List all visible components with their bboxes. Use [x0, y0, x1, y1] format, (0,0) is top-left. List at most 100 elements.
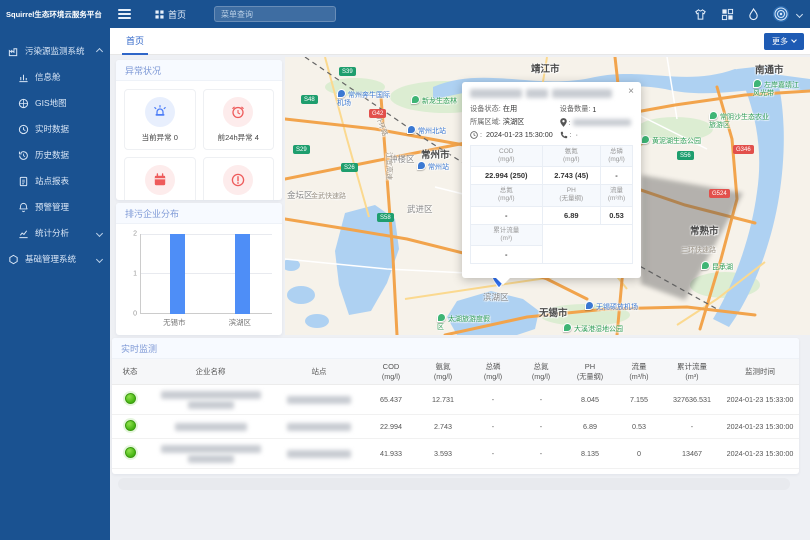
search-input[interactable] [221, 10, 331, 19]
enterprise-name-redacted [161, 391, 261, 399]
siren-icon [145, 97, 175, 127]
tn-value: - [471, 206, 543, 224]
sidebar-item-info-cabin[interactable]: 信息舱 [0, 64, 110, 90]
status-dot [125, 447, 136, 458]
chevron-down-icon [96, 255, 103, 262]
exclamation-circle-icon [223, 165, 253, 195]
map-label: 南通市 [755, 62, 784, 76]
sidebar-item-site-report[interactable]: 站点报表 [0, 168, 110, 194]
popup-readings-table: COD(mg/l) 氨氮(mg/l) 总磷(mg/l) 22.994 (250)… [470, 145, 633, 264]
card-title: 排污企业分布 [116, 203, 282, 224]
sidebar-item-label: GIS地图 [35, 97, 67, 109]
sidebar-item-label: 污染源监测系统 [25, 45, 85, 57]
abnormal-label: 前24h异常 4 [218, 132, 259, 143]
abnormal-card-month[interactable]: 本月异常 74 [124, 157, 196, 200]
cell-cod: 22.994 [365, 415, 417, 439]
map-label: 左岸嘉靖江风光带 [753, 79, 801, 98]
map-label: 常熟市 [690, 223, 719, 237]
trend-icon [18, 228, 29, 239]
sidebar-menu: 污染源监测系统 信息舱 GIS地图 实时数据 历史数据 站点报表 [0, 38, 110, 272]
map-label: 昆承湖 [701, 261, 733, 272]
abnormal-card-current[interactable]: 当前异常 0 [124, 89, 196, 150]
app-window: Squirrel生态环境云服务平台 污染源监测系统 信息舱 GIS地图 实时数据 [0, 0, 810, 540]
map-label: 武进区 [407, 203, 433, 215]
popup-title-redacted [470, 89, 633, 98]
enterprise-name-redacted [161, 445, 261, 453]
map-canvas[interactable]: 靖江市南通市常州市无锡市常熟市金坛区武进区钟楼区滨湖区金武快速路江宜高速外环路三… [285, 57, 810, 335]
cell-tn: - [517, 439, 565, 469]
map-label: 金武快速路 [311, 191, 346, 201]
site-name-redacted [287, 423, 351, 431]
flame-icon[interactable] [748, 8, 759, 21]
map-label: 常州奔牛国际机场 [337, 89, 395, 108]
map-label: 无锡市 [539, 305, 568, 319]
tab-home[interactable]: 首页 [122, 28, 148, 55]
monitor-table-body: 65.43712.731--8.0457.155327636.5312024-0… [112, 385, 799, 469]
avatar[interactable] [773, 6, 789, 22]
abnormal-status-card: 异常状况 当前异常 0 前24h异常 4 本月异常 74 前24h未处理异常 4 [116, 60, 282, 200]
menu-search[interactable] [214, 6, 336, 22]
ph-value: 6.89 [542, 206, 600, 224]
sidebar-item-gis-map[interactable]: GIS地图 [0, 90, 110, 116]
abnormal-grid: 当前异常 0 前24h异常 4 本月异常 74 前24h未处理异常 4 [116, 81, 282, 200]
cell-tp: - [469, 439, 517, 469]
sidebar-item-alert-management[interactable]: 预警管理 [0, 194, 110, 220]
layout-icon[interactable] [721, 8, 734, 21]
road-shield: G524 [709, 189, 730, 198]
skin-icon[interactable] [694, 8, 707, 21]
map-label: 金坛区 [287, 189, 313, 201]
sidebar-item-label: 信息舱 [35, 71, 61, 83]
abnormal-card-unhandled[interactable]: 前24h未处理异常 4 [203, 157, 275, 200]
cell-time: 2024-01-23 15:33:00 [721, 385, 799, 415]
chevron-down-icon [791, 37, 797, 43]
grid-icon [155, 10, 164, 19]
cell-ph: 8.135 [565, 439, 615, 469]
cell-ph: 8.045 [565, 385, 615, 415]
alarm-clock-icon [223, 97, 253, 127]
map-label: 常阴沙生态农业旅游区 [709, 111, 771, 130]
map-label: 三环快速路 [681, 245, 716, 255]
app-title: Squirrel生态环境云服务平台 [0, 0, 110, 28]
cod-value: 22.994 (250) [471, 167, 543, 185]
sidebar-item-base-system[interactable]: 基础管理系统 [0, 246, 110, 272]
sidebar-item-history-data[interactable]: 历史数据 [0, 142, 110, 168]
bar-chart: 2 1 0 无锡市 滨湖区 [116, 224, 282, 334]
sidebar-item-statistics[interactable]: 统计分析 [0, 220, 110, 246]
cell-flow: 7.155 [615, 385, 663, 415]
pagination-strip [118, 478, 790, 490]
status-dot [125, 393, 136, 404]
y-tick: 0 [125, 311, 137, 318]
chart-bar [170, 234, 185, 314]
calendar-icon [145, 165, 175, 195]
road-shield: G42 [369, 109, 386, 118]
site-name-redacted [287, 450, 351, 458]
sidebar-item-label: 站点报表 [35, 175, 69, 187]
sidebar-item-label: 实时数据 [35, 123, 69, 135]
map-label: 滨湖区 [483, 291, 509, 303]
close-icon[interactable]: × [628, 86, 634, 97]
x-label: 滨湖区 [229, 317, 252, 328]
breadcrumb[interactable]: 首页 [155, 8, 186, 21]
breadcrumb-label: 首页 [168, 8, 186, 21]
total-flow-value: - [471, 245, 543, 263]
clock-icon [18, 124, 29, 135]
cell-total_flow: 327636.531 [663, 385, 721, 415]
cell-tp: - [469, 415, 517, 439]
card-title: 异常状况 [116, 60, 282, 81]
top-header: 首页 [110, 0, 810, 28]
sidebar-item-pollution-system[interactable]: 污染源监测系统 [0, 38, 110, 64]
more-button[interactable]: 更多 [764, 33, 804, 50]
map-label: 太湖旅游度假区 [437, 313, 491, 332]
compass-icon [18, 98, 29, 109]
sidebar-item-realtime-data[interactable]: 实时数据 [0, 116, 110, 142]
abnormal-card-24h[interactable]: 前24h异常 4 [203, 89, 275, 150]
cell-flow: 0.53 [615, 415, 663, 439]
cell-time: 2024-01-23 15:30:00 [721, 415, 799, 439]
hamburger-menu-icon[interactable] [118, 7, 131, 21]
cell-time: 2024-01-23 15:30:00 [721, 439, 799, 469]
card-title: 实时监测 [112, 338, 799, 359]
chevron-down-icon[interactable] [796, 10, 803, 17]
y-tick: 2 [125, 231, 137, 238]
cell-total_flow: - [663, 415, 721, 439]
y-tick: 1 [125, 271, 137, 278]
